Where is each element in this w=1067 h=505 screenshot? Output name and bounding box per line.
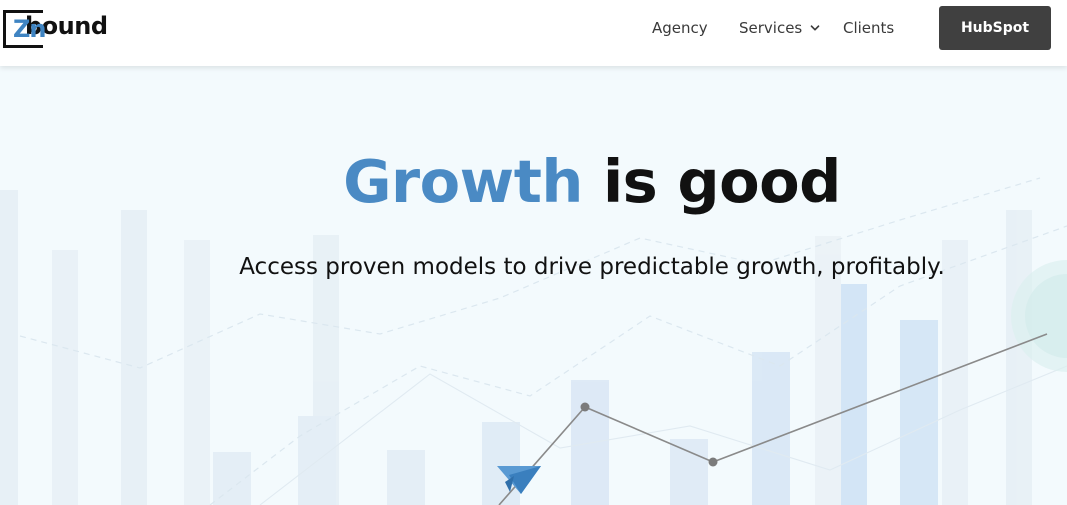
hero-section: Growth is good Access proven models to d…: [0, 66, 1067, 505]
hero-headline: Growth is good: [0, 144, 1067, 220]
chevron-down-icon: [810, 25, 820, 31]
hubspot-button-label: HubSpot: [960, 20, 1030, 36]
hero-subheadline: Access proven models to drive predictabl…: [239, 254, 945, 280]
background-bars: [0, 190, 1032, 505]
background-bar: [0, 190, 18, 505]
background-bar: [752, 352, 790, 505]
logo-frame: Zn: [3, 10, 46, 48]
background-bar: [387, 450, 425, 505]
nav-agency-label: Agency: [652, 19, 708, 37]
background-bar: [670, 439, 708, 505]
background-bar: [52, 250, 78, 505]
trend-point: [708, 457, 718, 467]
background-bar: [900, 320, 938, 505]
site-header: Zn bound Agency Services Clients HubSpot: [0, 0, 1067, 66]
znbound-logo[interactable]: Zn bound: [3, 8, 108, 50]
nav-clients-link[interactable]: Clients: [843, 18, 894, 38]
background-bar: [482, 422, 520, 505]
growth-chart-illustration: [0, 177, 1067, 505]
trend-point: [580, 402, 590, 412]
headline-rest: is good: [602, 147, 841, 216]
hubspot-button[interactable]: HubSpot: [939, 6, 1051, 50]
headline-accent-word: Growth: [343, 147, 583, 216]
nav-services-label: Services: [739, 19, 803, 37]
nav-clients-label: Clients: [843, 19, 895, 37]
nav-services-dropdown[interactable]: Services: [739, 18, 820, 38]
logo-prefix: Zn: [13, 15, 46, 43]
nav-agency-link[interactable]: Agency: [652, 18, 708, 38]
